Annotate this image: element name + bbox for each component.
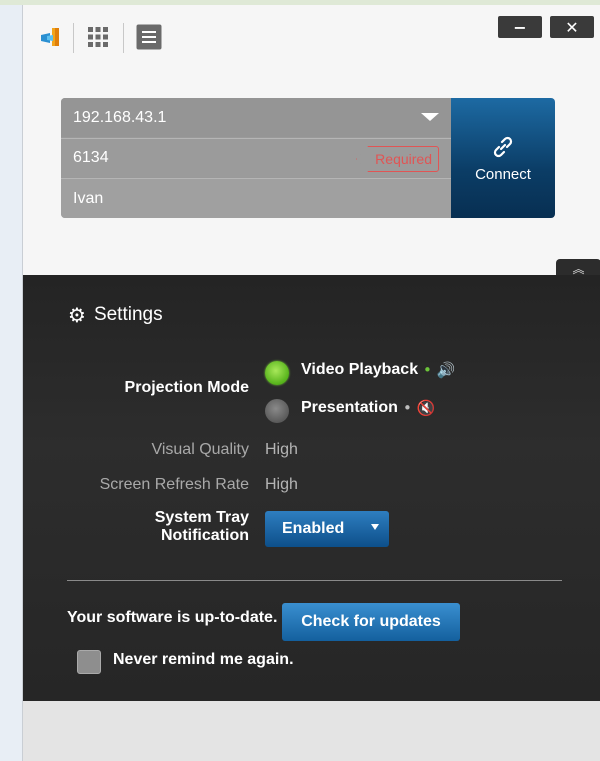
port-value: 6134	[73, 149, 109, 166]
ip-address-field[interactable]: 192.168.43.1	[61, 98, 451, 137]
system-tray-label-line2: Notification	[161, 527, 249, 544]
bottom-area	[23, 701, 600, 761]
update-status-text: Your software is up-to-date.	[67, 609, 278, 626]
video-playback-radio[interactable]	[265, 361, 289, 385]
app-window: − ✕ 192.168.43.1 6134 Required Ivan Conn…	[22, 5, 600, 761]
check-for-updates-button[interactable]: Check for updates	[282, 603, 460, 641]
system-tray-label-line1: System Tray	[154, 509, 249, 526]
ip-address-value: 192.168.43.1	[73, 108, 167, 126]
port-field[interactable]: 6134 Required	[61, 138, 451, 177]
link-icon	[493, 136, 513, 157]
system-tray-value: Enabled	[282, 520, 345, 537]
gears-icon: ⚙	[68, 303, 86, 327]
grid-icon[interactable]	[85, 23, 111, 51]
toolbar-divider	[123, 23, 124, 53]
video-playback-label[interactable]: Video Playback	[301, 361, 418, 379]
presentation-label[interactable]: Presentation	[301, 399, 398, 417]
settings-title: Settings	[93, 304, 163, 325]
connection-form: 192.168.43.1 6134 Required Ivan	[61, 98, 451, 218]
caret-down-icon	[371, 524, 379, 530]
settings-panel: ⚙ Settings Projection Mode Video Playbac…	[23, 275, 600, 701]
never-remind-label[interactable]: Never remind me again.	[113, 651, 294, 669]
sound-on-icon: • 🔊	[423, 361, 456, 379]
presentation-radio[interactable]	[265, 399, 289, 423]
minimize-button[interactable]: −	[498, 16, 542, 38]
settings-heading: ⚙ Settings	[68, 303, 163, 327]
visual-quality-label: Visual Quality	[151, 441, 249, 458]
system-tray-label: System Tray Notification	[83, 509, 249, 545]
dropdown-arrow-icon[interactable]	[421, 113, 439, 121]
toolbar-divider	[73, 23, 74, 53]
never-remind-checkbox[interactable]	[77, 650, 101, 674]
name-value: Ivan	[73, 189, 104, 207]
projection-mode-label: Projection Mode	[124, 379, 249, 396]
name-field[interactable]: Ivan	[61, 178, 451, 218]
connect-label: Connect	[475, 165, 531, 183]
sound-muted-icon: • 🔇	[403, 399, 436, 417]
connect-button[interactable]: Connect	[451, 98, 555, 218]
menu-icon[interactable]	[135, 23, 163, 51]
screen-refresh-rate-label: Screen Refresh Rate	[99, 476, 249, 493]
close-button[interactable]: ✕	[550, 16, 594, 38]
visual-quality-value[interactable]: High	[265, 441, 298, 459]
required-badge: Required	[356, 146, 439, 172]
system-tray-select[interactable]: Enabled	[265, 511, 389, 547]
settings-divider	[67, 580, 562, 581]
app-logo-icon[interactable]	[37, 23, 65, 51]
screen-refresh-rate-value[interactable]: High	[265, 476, 298, 494]
top-area: − ✕ 192.168.43.1 6134 Required Ivan Conn…	[23, 5, 600, 277]
